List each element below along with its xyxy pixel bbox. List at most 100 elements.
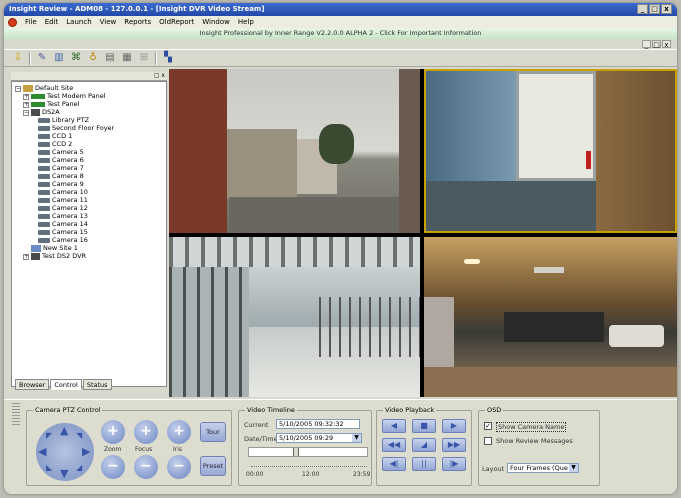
tick-label: 00:00 [246,471,264,478]
pan-down-icon[interactable]: ▼ [60,467,68,480]
show-review-messages-checkbox[interactable] [484,437,492,445]
iris-close-button[interactable]: − [167,455,191,479]
app-icon [8,17,17,27]
tour-button[interactable]: Tour [200,422,226,442]
tree-item[interactable]: Second Floor Foyer [38,124,114,132]
alarm-icon[interactable]: ♁ [87,52,99,64]
camera-icon [38,134,50,140]
menu-window[interactable]: Window [202,18,230,26]
camera-icon [38,118,50,124]
expand-icon[interactable]: + [23,253,29,260]
tick-label: 12:00 [302,471,320,478]
toolbar-separator [155,51,157,65]
snapshot-button[interactable]: ◢ [412,438,436,452]
show-camera-name-checkbox[interactable]: ✓ [484,422,492,430]
chart-icon[interactable]: ▥ [53,52,65,64]
menu-edit[interactable]: Edit [45,18,59,26]
network-icon[interactable]: ⌘ [70,52,82,64]
grid-icon[interactable]: ⊞ [138,52,150,64]
close-button[interactable]: x [661,4,672,14]
show-review-messages-label: Show Review Messages [496,437,573,445]
timeline-scrubber[interactable] [248,447,368,457]
title-bar: Insight Review - ADM08 - 127.0.0.1 - [In… [4,3,677,16]
fast-forward-button[interactable]: ▶▶ [442,438,466,452]
datetime-select[interactable]: 5/10/2005 09:29 ▼ [276,433,362,443]
video-frame-4[interactable] [424,237,677,397]
menu-reports[interactable]: Reports [124,18,151,26]
pan-left-icon[interactable]: ◀ [38,445,46,458]
video-frame-1[interactable] [169,69,420,233]
dropdown-arrow-icon[interactable]: ▼ [569,464,578,472]
ptz-direction-pad[interactable]: ▲ ▼ ◀ ▶ ◤ ◥ ◣ ◢ [36,423,94,481]
video-display[interactable] [169,69,677,397]
child-minimize-button[interactable]: _ [642,40,651,49]
pan-right-icon[interactable]: ▶ [82,445,90,458]
stop-button[interactable]: ■ [412,419,436,433]
iris-open-button[interactable]: + [167,420,191,444]
video-frame-2[interactable] [424,69,677,233]
timeline-thumb[interactable] [293,448,299,456]
datetime-label: Date/Time [244,435,278,443]
dropdown-arrow-icon[interactable]: ▼ [352,434,361,442]
menu-oldreport[interactable]: OldReport [159,18,194,26]
child-maximize-button[interactable]: □ [652,40,661,49]
focus-label: Focus [135,446,153,453]
tree-item[interactable]: + Test DS2 DVR [23,252,87,261]
maximize-button[interactable]: □ [649,4,660,14]
video-grid-icon[interactable]: ▚ [162,52,174,64]
osd-legend: OSD [487,406,502,414]
tab-browser[interactable]: Browser [15,379,50,390]
camera-icon [38,222,50,228]
iris-label: Iris [173,446,183,453]
play-reverse-button[interactable]: ◀ [382,419,406,433]
pan-down-left-icon[interactable]: ◣ [46,463,52,472]
pin-icon[interactable]: ⇩ [12,52,24,64]
video-frame-3[interactable] [169,237,420,397]
pan-up-left-icon[interactable]: ◤ [46,431,52,440]
clipboard-icon[interactable]: ▦ [121,52,133,64]
expand-icon[interactable]: + [23,93,29,100]
show-camera-name-label: Show Camera Name [496,422,567,432]
preset-button[interactable]: Preset [200,456,226,476]
site-icon [23,85,33,93]
camera-icon [38,190,50,196]
child-close-button[interactable]: x [662,40,671,49]
timeline-ruler [251,459,367,467]
step-forward-button[interactable]: |▶ [442,457,466,471]
toolbar-separator [29,51,31,65]
pan-up-right-icon[interactable]: ◥ [76,431,82,440]
zoom-out-button[interactable]: − [101,455,125,479]
step-back-button[interactable]: ◀| [382,457,406,471]
focus-in-button[interactable]: + [134,420,158,444]
panel-grip[interactable] [12,403,20,427]
pause-button[interactable]: || [412,457,436,471]
menu-view[interactable]: View [100,18,117,26]
toolbar: ⇩ ✎ ▥ ⌘ ♁ ▤ ▦ ⊞ ▚ [4,49,677,67]
play-button[interactable]: ▶ [442,419,466,433]
application-window: Insight Review - ADM08 - 127.0.0.1 - [In… [4,3,677,494]
menu-file[interactable]: File [25,18,37,26]
panel-close-icon[interactable]: ▢ x [154,72,165,80]
pan-down-right-icon[interactable]: ◢ [76,463,82,472]
collapse-icon[interactable]: − [23,109,29,116]
menu-bar: File Edit Launch View Reports OldReport … [4,16,677,28]
panel-icon [31,102,45,108]
tab-status[interactable]: Status [82,379,112,390]
collapse-icon[interactable]: − [15,85,21,92]
tool-icon[interactable]: ✎ [36,52,48,64]
layout-select[interactable]: Four Frames (Que ▼ [507,463,579,473]
menu-launch[interactable]: Launch [66,18,91,26]
tab-control[interactable]: Control [50,379,82,390]
rewind-button[interactable]: ◀◀ [382,438,406,452]
focus-out-button[interactable]: − [134,455,158,479]
tick-label: 23:59 [353,471,371,478]
pan-up-icon[interactable]: ▲ [60,424,68,437]
menu-help[interactable]: Help [238,18,254,26]
report-icon[interactable]: ▤ [104,52,116,64]
minimize-button[interactable]: _ [637,4,648,14]
ptz-control-legend: Camera PTZ Control [35,406,101,414]
tree-label: Test DS2 DVR [42,252,87,260]
expand-icon[interactable]: + [23,101,29,108]
info-banner[interactable]: Insight Professional by Inner Range V2.2… [4,28,677,39]
zoom-in-button[interactable]: + [101,420,125,444]
